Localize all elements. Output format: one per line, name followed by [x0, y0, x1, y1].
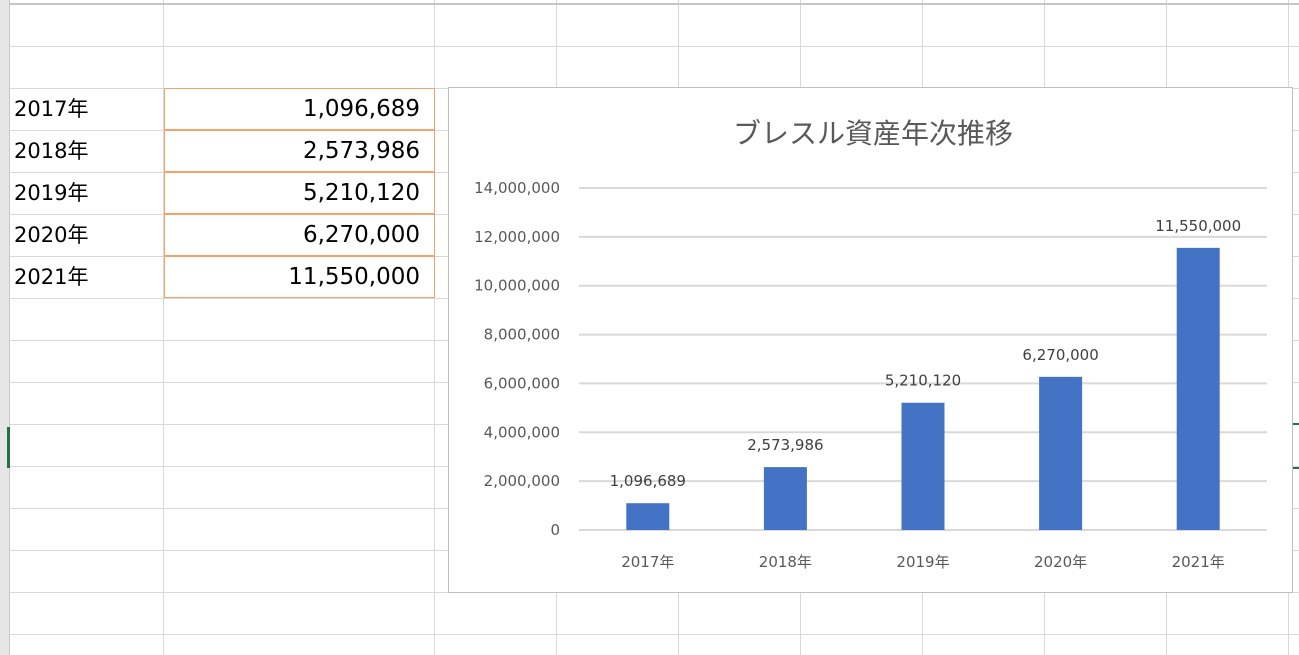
- value-cell-2018[interactable]: 2,573,986: [164, 130, 435, 172]
- bar-chart[interactable]: 0 2,000,000 4,000,000 6,000,000 8,000,000 10,…: [448, 87, 1293, 593]
- chart-title: ブレスル資産年次推移: [733, 117, 1013, 150]
- y-tick-label: 14,000,000: [474, 179, 560, 197]
- year-cell-2020[interactable]: 2020年: [14, 214, 159, 256]
- y-tick-label: 12,000,000: [474, 228, 560, 246]
- bar[interactable]: [763, 467, 807, 530]
- grid-top-border: [0, 3, 1299, 5]
- bar[interactable]: [901, 402, 945, 530]
- y-tick-label: 10,000,000: [474, 277, 560, 295]
- bar[interactable]: [626, 503, 670, 530]
- x-tick-label: 2021年: [1172, 553, 1225, 571]
- active-row-marker: [7, 427, 10, 468]
- row-gridline: [0, 46, 1299, 47]
- year-cell-2018[interactable]: 2018年: [14, 130, 159, 172]
- x-tick-label: 2019年: [896, 553, 949, 571]
- value-cell-2019[interactable]: 5,210,120: [164, 172, 435, 214]
- value-cell-2017[interactable]: 1,096,689: [164, 88, 435, 130]
- row-gridline: [0, 634, 1299, 635]
- bar[interactable]: [1039, 376, 1083, 530]
- row-header-strip[interactable]: [0, 0, 10, 655]
- chart-canvas: 0 2,000,000 4,000,000 6,000,000 8,000,000 10,…: [474, 117, 1267, 571]
- year-cell-2021[interactable]: 2021年: [14, 256, 159, 298]
- y-tick-label: 0: [550, 521, 560, 539]
- x-tick-label: 2017年: [621, 553, 674, 571]
- year-cell-2017[interactable]: 2017年: [14, 88, 159, 130]
- data-label: 1,096,689: [610, 472, 686, 490]
- x-tick-label: 2018年: [759, 553, 812, 571]
- y-tick-label: 8,000,000: [484, 326, 560, 344]
- data-label: 6,270,000: [1022, 346, 1098, 364]
- y-tick-label: 4,000,000: [484, 423, 560, 441]
- value-cell-2021[interactable]: 11,550,000: [164, 256, 435, 298]
- selection-edge-marker: [1293, 423, 1299, 469]
- data-label: 11,550,000: [1155, 217, 1241, 235]
- value-cell-2020[interactable]: 6,270,000: [164, 214, 435, 256]
- data-label: 5,210,120: [885, 372, 961, 390]
- year-cell-2019[interactable]: 2019年: [14, 172, 159, 214]
- y-tick-label: 2,000,000: [484, 472, 560, 490]
- y-tick-label: 6,000,000: [484, 374, 560, 392]
- bar[interactable]: [1176, 247, 1220, 530]
- x-tick-label: 2020年: [1034, 553, 1087, 571]
- data-label: 2,573,986: [747, 436, 823, 454]
